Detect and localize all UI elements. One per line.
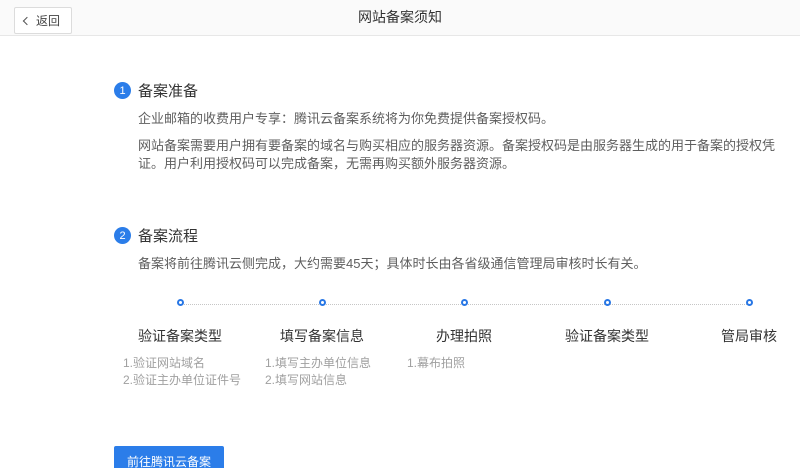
main-content: 1 备案准备 企业邮箱的收费用户专享：腾讯云备案系统将为你免费提供备案授权码。 … [0, 80, 800, 468]
go-to-tencent-cloud-filing-button[interactable]: 前往腾讯云备案 [114, 446, 224, 468]
section-paragraph: 企业邮箱的收费用户专享：腾讯云备案系统将为你免费提供备案授权码。 [138, 110, 795, 128]
step-dot-icon [461, 299, 468, 306]
back-button-label: 返回 [36, 12, 60, 29]
step-sub-items: 1.幕布拍照 [379, 355, 549, 372]
section-title: 备案流程 [138, 225, 198, 246]
step-label: 管局审核 [664, 326, 800, 346]
step-dot-icon [604, 299, 611, 306]
section-paragraph: 备案将前往腾讯云侧完成，大约需要45天；具体时长由各省级通信管理局审核时长有关。 [138, 255, 795, 273]
back-button[interactable]: 返回 [14, 7, 72, 34]
section-heading: 2 备案流程 [114, 225, 795, 246]
step-number-badge: 1 [114, 82, 131, 99]
stepper-step-5: 管局审核 [664, 299, 800, 346]
step-number-badge: 2 [114, 227, 131, 244]
step-sub-item: 2.填写网站信息 [265, 372, 407, 389]
step-dot-icon [177, 299, 184, 306]
section-paragraph: 网站备案需要用户拥有要备案的域名与购买相应的服务器资源。备案授权码是由服务器生成… [138, 137, 795, 173]
section-preparation: 1 备案准备 企业邮箱的收费用户专享：腾讯云备案系统将为你免费提供备案授权码。 … [114, 80, 795, 173]
page-title: 网站备案须知 [0, 0, 800, 35]
process-stepper: 验证备案类型 1.验证网站域名 2.验证主办单位证件号 填写备案信息 1.填写主… [114, 299, 795, 395]
chevron-left-icon [23, 17, 31, 25]
section-title: 备案准备 [138, 80, 198, 101]
section-process: 2 备案流程 备案将前往腾讯云侧完成，大约需要45天；具体时长由各省级通信管理局… [114, 225, 795, 273]
step-dot-icon [746, 299, 753, 306]
page-header: 返回 网站备案须知 [0, 0, 800, 36]
step-dot-icon [319, 299, 326, 306]
section-heading: 1 备案准备 [114, 80, 795, 101]
step-sub-item: 1.幕布拍照 [407, 355, 549, 372]
